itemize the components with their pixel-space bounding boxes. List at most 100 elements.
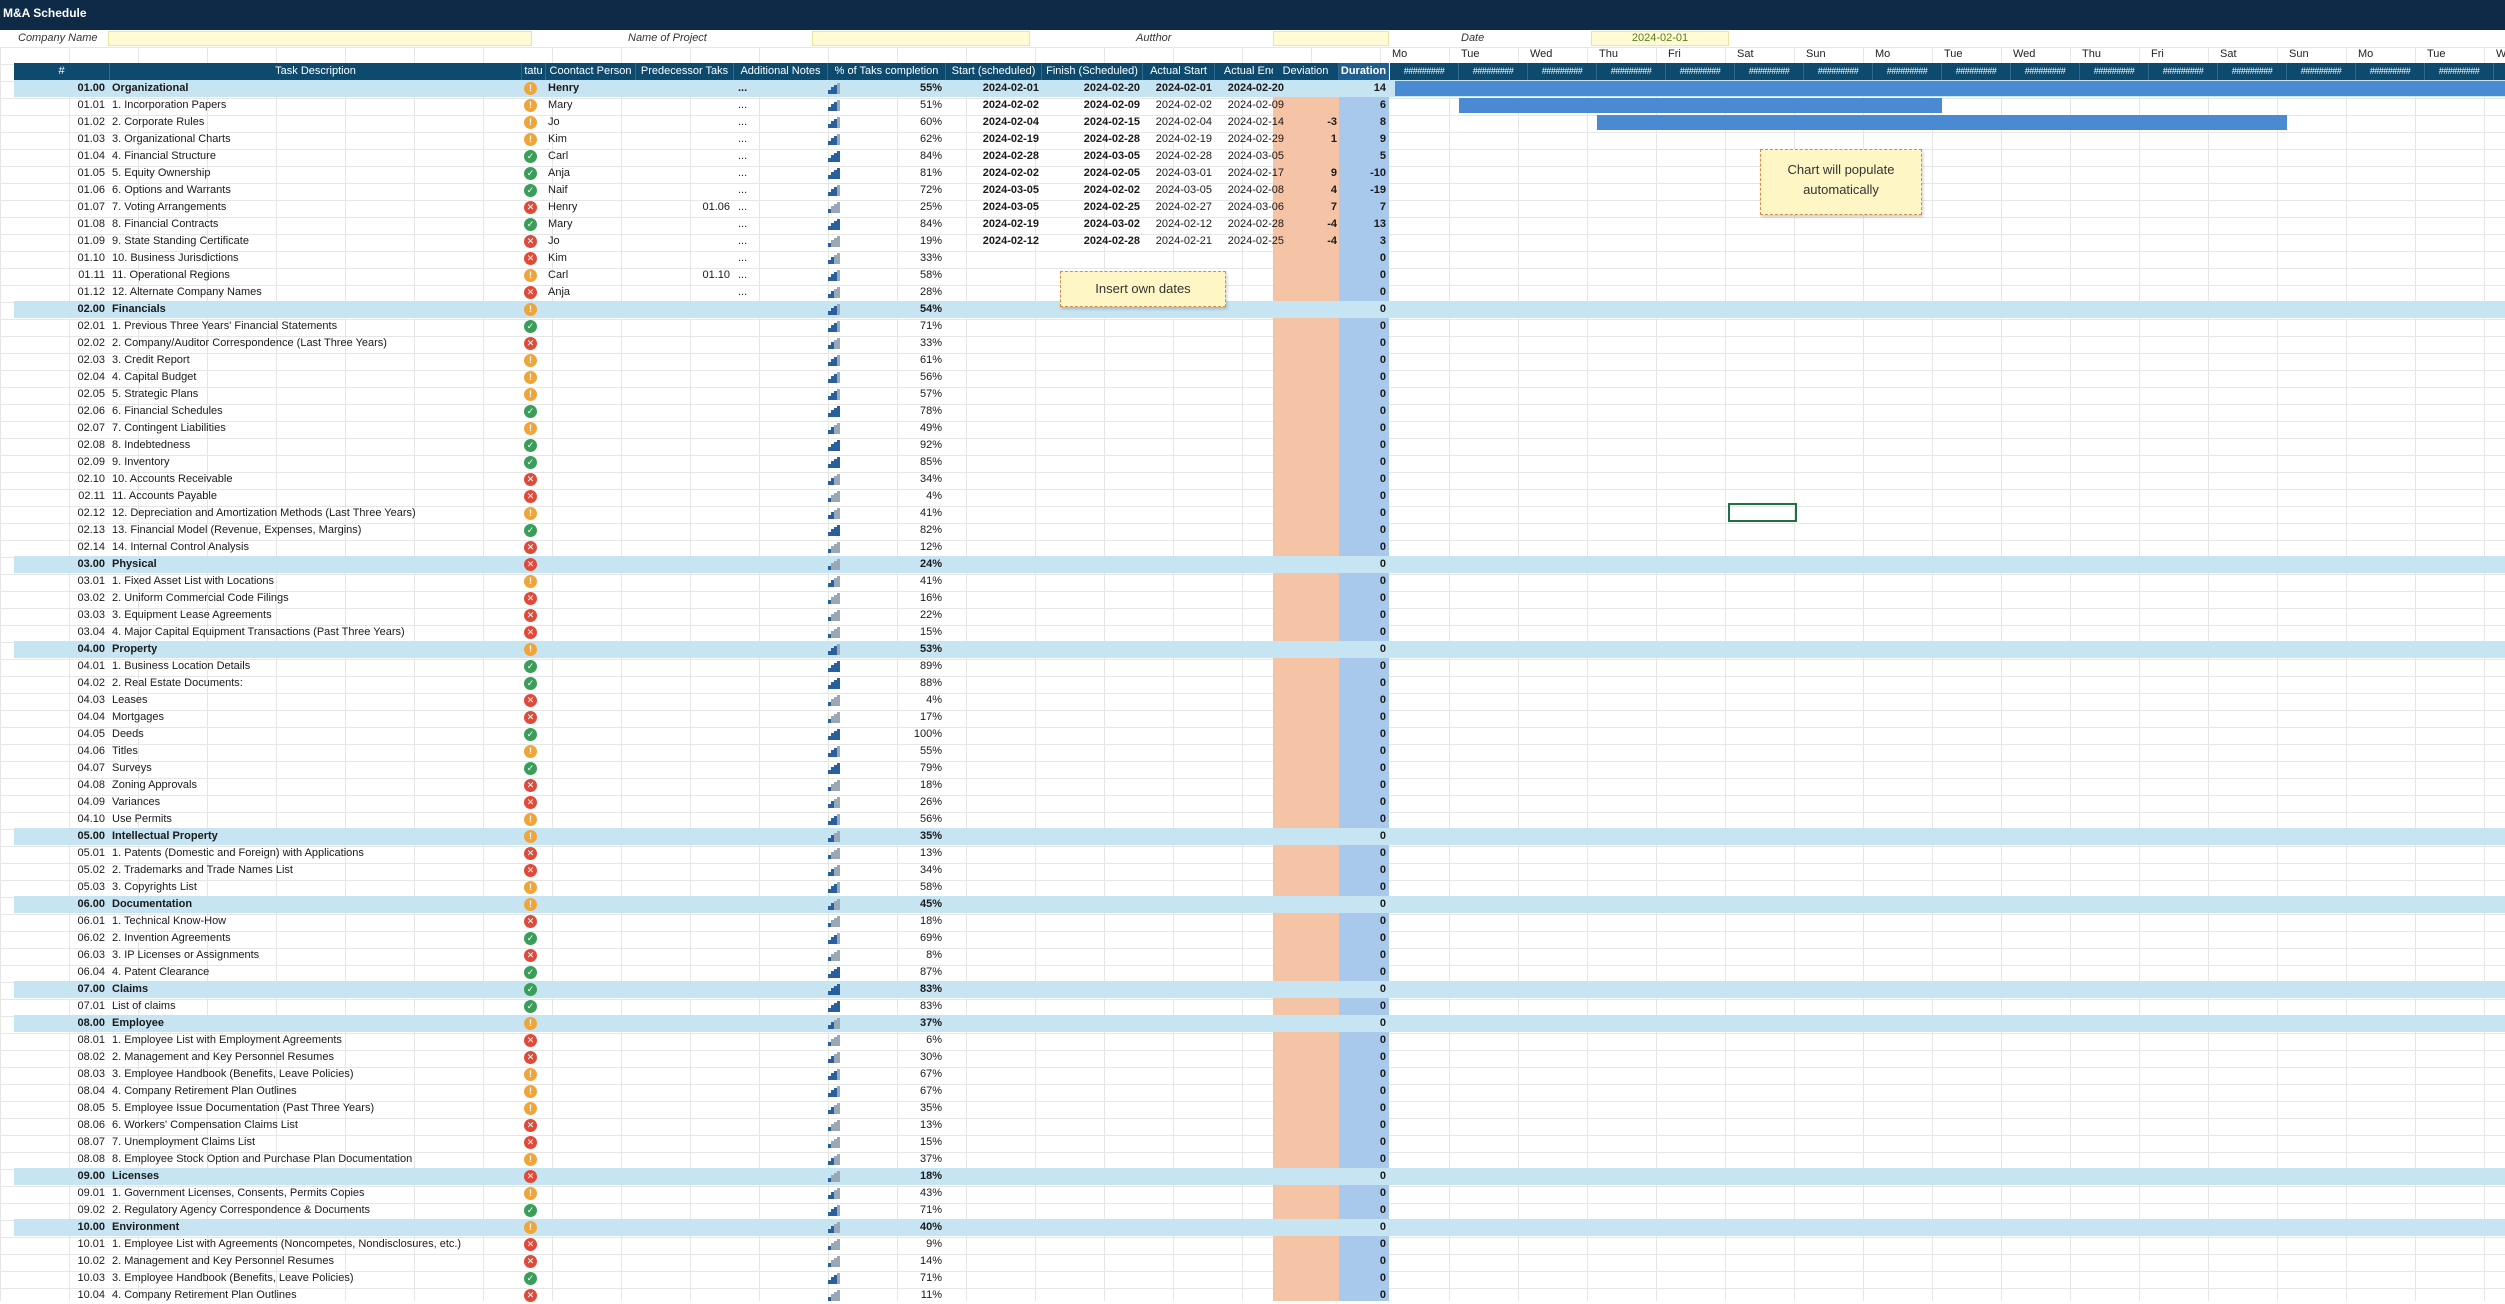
finish-scheduled[interactable]	[1042, 607, 1143, 624]
finish-scheduled[interactable]	[1042, 420, 1143, 437]
gantt-date-header[interactable]: #########	[2425, 63, 2494, 80]
deviation-value[interactable]	[1273, 80, 1339, 97]
predecessor-task[interactable]	[636, 556, 734, 573]
status-cell[interactable]: ✓	[522, 522, 544, 539]
deviation-value[interactable]	[1273, 1083, 1339, 1100]
task-description[interactable]: Environment	[110, 1219, 520, 1236]
duration-value[interactable]: 0	[1339, 1185, 1389, 1202]
task-description[interactable]: 7. Unemployment Claims List	[110, 1134, 520, 1151]
completion-percent[interactable]: 33%	[842, 250, 946, 267]
task-description[interactable]: 12. Depreciation and Amortization Method…	[110, 505, 520, 522]
start-scheduled[interactable]: 2024-02-28	[946, 148, 1042, 165]
duration-value[interactable]: 0	[1339, 335, 1389, 352]
contact-person[interactable]	[546, 1100, 636, 1117]
deviation-value[interactable]	[1273, 641, 1339, 658]
start-scheduled[interactable]	[946, 709, 1042, 726]
completion-percent[interactable]: 25%	[842, 199, 946, 216]
finish-scheduled[interactable]: 2024-02-02	[1042, 182, 1143, 199]
completion-percent[interactable]: 22%	[842, 607, 946, 624]
contact-person[interactable]	[546, 794, 636, 811]
finish-scheduled[interactable]	[1042, 369, 1143, 386]
completion-percent[interactable]: 9%	[842, 1236, 946, 1253]
status-cell[interactable]: ✕	[522, 590, 544, 607]
predecessor-task[interactable]	[636, 454, 734, 471]
task-description[interactable]: Leases	[110, 692, 520, 709]
finish-scheduled[interactable]	[1042, 1168, 1143, 1185]
task-number[interactable]: 08.06	[14, 1117, 108, 1134]
completion-percent[interactable]: 56%	[842, 811, 946, 828]
task-number[interactable]: 01.10	[14, 250, 108, 267]
actual-start[interactable]	[1143, 1219, 1215, 1236]
deviation-value[interactable]	[1273, 318, 1339, 335]
task-number[interactable]: 01.05	[14, 165, 108, 182]
finish-scheduled[interactable]	[1042, 1100, 1143, 1117]
start-scheduled[interactable]	[946, 1134, 1042, 1151]
task-description[interactable]: Zoning Approvals	[110, 777, 520, 794]
task-row[interactable]: 06.02 2. Invention Agreements 69% 0 ✓	[14, 930, 2505, 947]
completion-percent[interactable]: 72%	[842, 182, 946, 199]
actual-start[interactable]	[1143, 539, 1215, 556]
start-scheduled[interactable]	[946, 777, 1042, 794]
contact-person[interactable]: Jo	[546, 233, 636, 250]
predecessor-task[interactable]	[636, 182, 734, 199]
contact-person[interactable]	[546, 1049, 636, 1066]
predecessor-task[interactable]	[636, 216, 734, 233]
completion-percent[interactable]: 49%	[842, 420, 946, 437]
finish-scheduled[interactable]	[1042, 828, 1143, 845]
contact-person[interactable]	[546, 1117, 636, 1134]
contact-person[interactable]: Carl	[546, 148, 636, 165]
predecessor-task[interactable]: 01.10	[636, 267, 734, 284]
gantt-date-header[interactable]: #########	[1459, 63, 1528, 80]
task-number[interactable]: 09.00	[14, 1168, 108, 1185]
task-row[interactable]: 08.02 2. Management and Key Personnel Res…	[14, 1049, 2505, 1066]
start-scheduled[interactable]	[946, 590, 1042, 607]
start-scheduled[interactable]	[946, 539, 1042, 556]
deviation-value[interactable]	[1273, 522, 1339, 539]
status-cell[interactable]: ✕	[522, 607, 544, 624]
deviation-value[interactable]: 7	[1273, 199, 1339, 216]
status-cell[interactable]: ✕	[522, 1168, 544, 1185]
duration-value[interactable]: 0	[1339, 1219, 1389, 1236]
status-cell[interactable]: ✓	[522, 318, 544, 335]
completion-percent[interactable]: 62%	[842, 131, 946, 148]
actual-start[interactable]	[1143, 828, 1215, 845]
task-number[interactable]: 01.00	[14, 80, 108, 97]
duration-value[interactable]: 0	[1339, 743, 1389, 760]
contact-person[interactable]	[546, 1202, 636, 1219]
deviation-value[interactable]: 1	[1273, 131, 1339, 148]
task-description[interactable]: Physical	[110, 556, 520, 573]
task-number[interactable]: 04.00	[14, 641, 108, 658]
contact-person[interactable]	[546, 1236, 636, 1253]
contact-person[interactable]	[546, 624, 636, 641]
status-cell[interactable]: ✕	[522, 488, 544, 505]
task-number[interactable]: 02.04	[14, 369, 108, 386]
finish-scheduled[interactable]	[1042, 1202, 1143, 1219]
actual-start[interactable]	[1143, 1236, 1215, 1253]
task-description[interactable]: 4. Patent Clearance	[110, 964, 520, 981]
predecessor-task[interactable]	[636, 1236, 734, 1253]
predecessor-task[interactable]	[636, 522, 734, 539]
completion-percent[interactable]: 16%	[842, 590, 946, 607]
deviation-value[interactable]	[1273, 913, 1339, 930]
duration-value[interactable]: 0	[1339, 607, 1389, 624]
task-description[interactable]: 5. Strategic Plans	[110, 386, 520, 403]
task-row[interactable]: 05.02 2. Trademarks and Trade Names List 3…	[14, 862, 2505, 879]
task-number[interactable]: 04.05	[14, 726, 108, 743]
task-number[interactable]: 01.11	[14, 267, 108, 284]
finish-scheduled[interactable]	[1042, 1015, 1143, 1032]
start-scheduled[interactable]: 2024-02-04	[946, 114, 1042, 131]
task-description[interactable]: Titles	[110, 743, 520, 760]
deviation-value[interactable]	[1273, 811, 1339, 828]
status-cell[interactable]: !	[522, 420, 544, 437]
contact-person[interactable]: Kim	[546, 131, 636, 148]
status-cell[interactable]: ✕	[522, 862, 544, 879]
actual-start[interactable]	[1143, 964, 1215, 981]
deviation-value[interactable]	[1273, 1287, 1339, 1304]
start-scheduled[interactable]: 2024-02-01	[946, 80, 1042, 97]
contact-person[interactable]	[546, 386, 636, 403]
actual-start[interactable]	[1143, 488, 1215, 505]
status-cell[interactable]: !	[522, 80, 544, 97]
task-row[interactable]: 04.05 Deeds 100% 0 ✓	[14, 726, 2505, 743]
actual-start[interactable]	[1143, 403, 1215, 420]
predecessor-task[interactable]	[636, 1202, 734, 1219]
